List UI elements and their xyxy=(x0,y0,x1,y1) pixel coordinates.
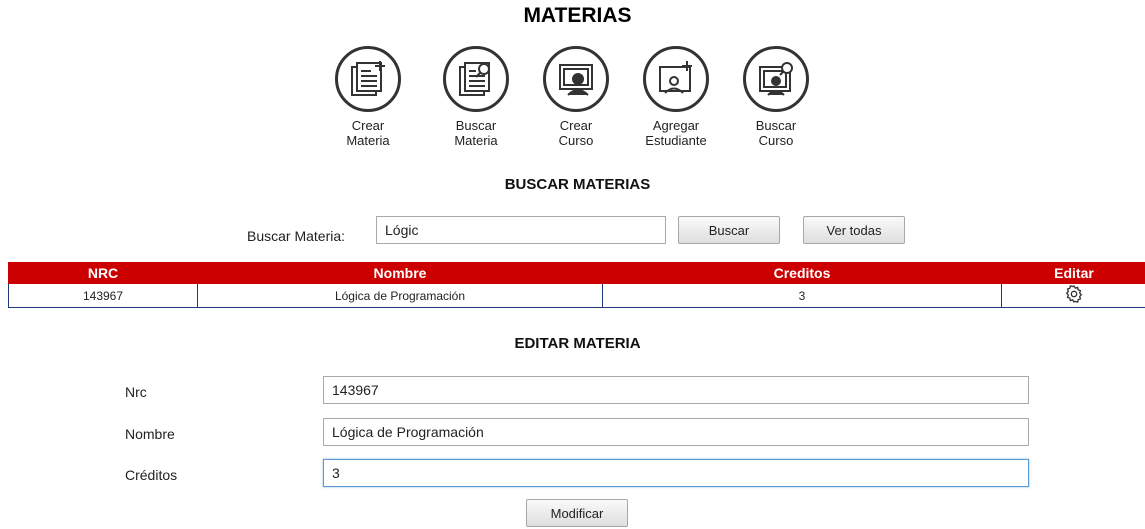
nav-create-course[interactable]: Crear Curso xyxy=(526,46,626,148)
modify-button[interactable]: Modificar xyxy=(526,499,628,527)
nav-label: Buscar Curso xyxy=(755,118,797,148)
create-course-icon xyxy=(543,46,609,112)
table-row: 143967 Lógica de Programación 3 xyxy=(8,283,1145,308)
nav-create-subject[interactable]: Crear Materia xyxy=(318,46,418,148)
nombre-field[interactable] xyxy=(323,418,1029,446)
nombre-label: Nombre xyxy=(125,426,175,442)
search-input[interactable] xyxy=(376,216,666,244)
page-title: MATERIAS xyxy=(523,4,632,27)
view-all-button[interactable]: Ver todas xyxy=(803,216,905,244)
table-header-row: NRC Nombre Creditos Editar xyxy=(8,262,1145,284)
nav-label: Crear Curso xyxy=(558,118,594,148)
column-header-creditos: Creditos xyxy=(602,262,1002,284)
cell-nombre: Lógica de Programación xyxy=(197,283,603,308)
search-button[interactable]: Buscar xyxy=(678,216,780,244)
nav-add-student[interactable]: Agregar Estudiante xyxy=(626,46,726,148)
nav-search-course[interactable]: Buscar Curso xyxy=(726,46,826,148)
column-header-nrc: NRC xyxy=(8,262,198,284)
column-header-editar: Editar xyxy=(1001,262,1145,284)
nav-search-subject[interactable]: Buscar Materia xyxy=(426,46,526,148)
cell-nrc: 143967 xyxy=(8,283,198,308)
search-subject-icon xyxy=(443,46,509,112)
search-label: Buscar Materia: xyxy=(247,228,346,244)
create-subject-icon xyxy=(335,46,401,112)
gear-icon[interactable] xyxy=(1064,284,1084,307)
cell-creditos: 3 xyxy=(602,283,1002,308)
nrc-field[interactable] xyxy=(323,376,1029,404)
search-section-title: BUSCAR MATERIAS xyxy=(504,176,651,193)
nav-label: Buscar Materia xyxy=(454,118,498,148)
creditos-label: Créditos xyxy=(125,467,178,483)
column-header-nombre: Nombre xyxy=(197,262,603,284)
add-student-icon xyxy=(643,46,709,112)
nrc-label: Nrc xyxy=(125,384,147,400)
creditos-field[interactable] xyxy=(323,459,1029,487)
nav-label: Crear Materia xyxy=(346,118,390,148)
results-table: NRC Nombre Creditos Editar 143967 Lógica… xyxy=(8,262,1145,308)
search-course-icon xyxy=(743,46,809,112)
nav-label: Agregar Estudiante xyxy=(645,118,707,148)
nav-menu: CrearMateria BuscarMateria CrearCurso xyxy=(0,46,1145,166)
edit-section-title: EDITAR MATERIA xyxy=(514,335,641,352)
cell-edit xyxy=(1001,283,1145,308)
